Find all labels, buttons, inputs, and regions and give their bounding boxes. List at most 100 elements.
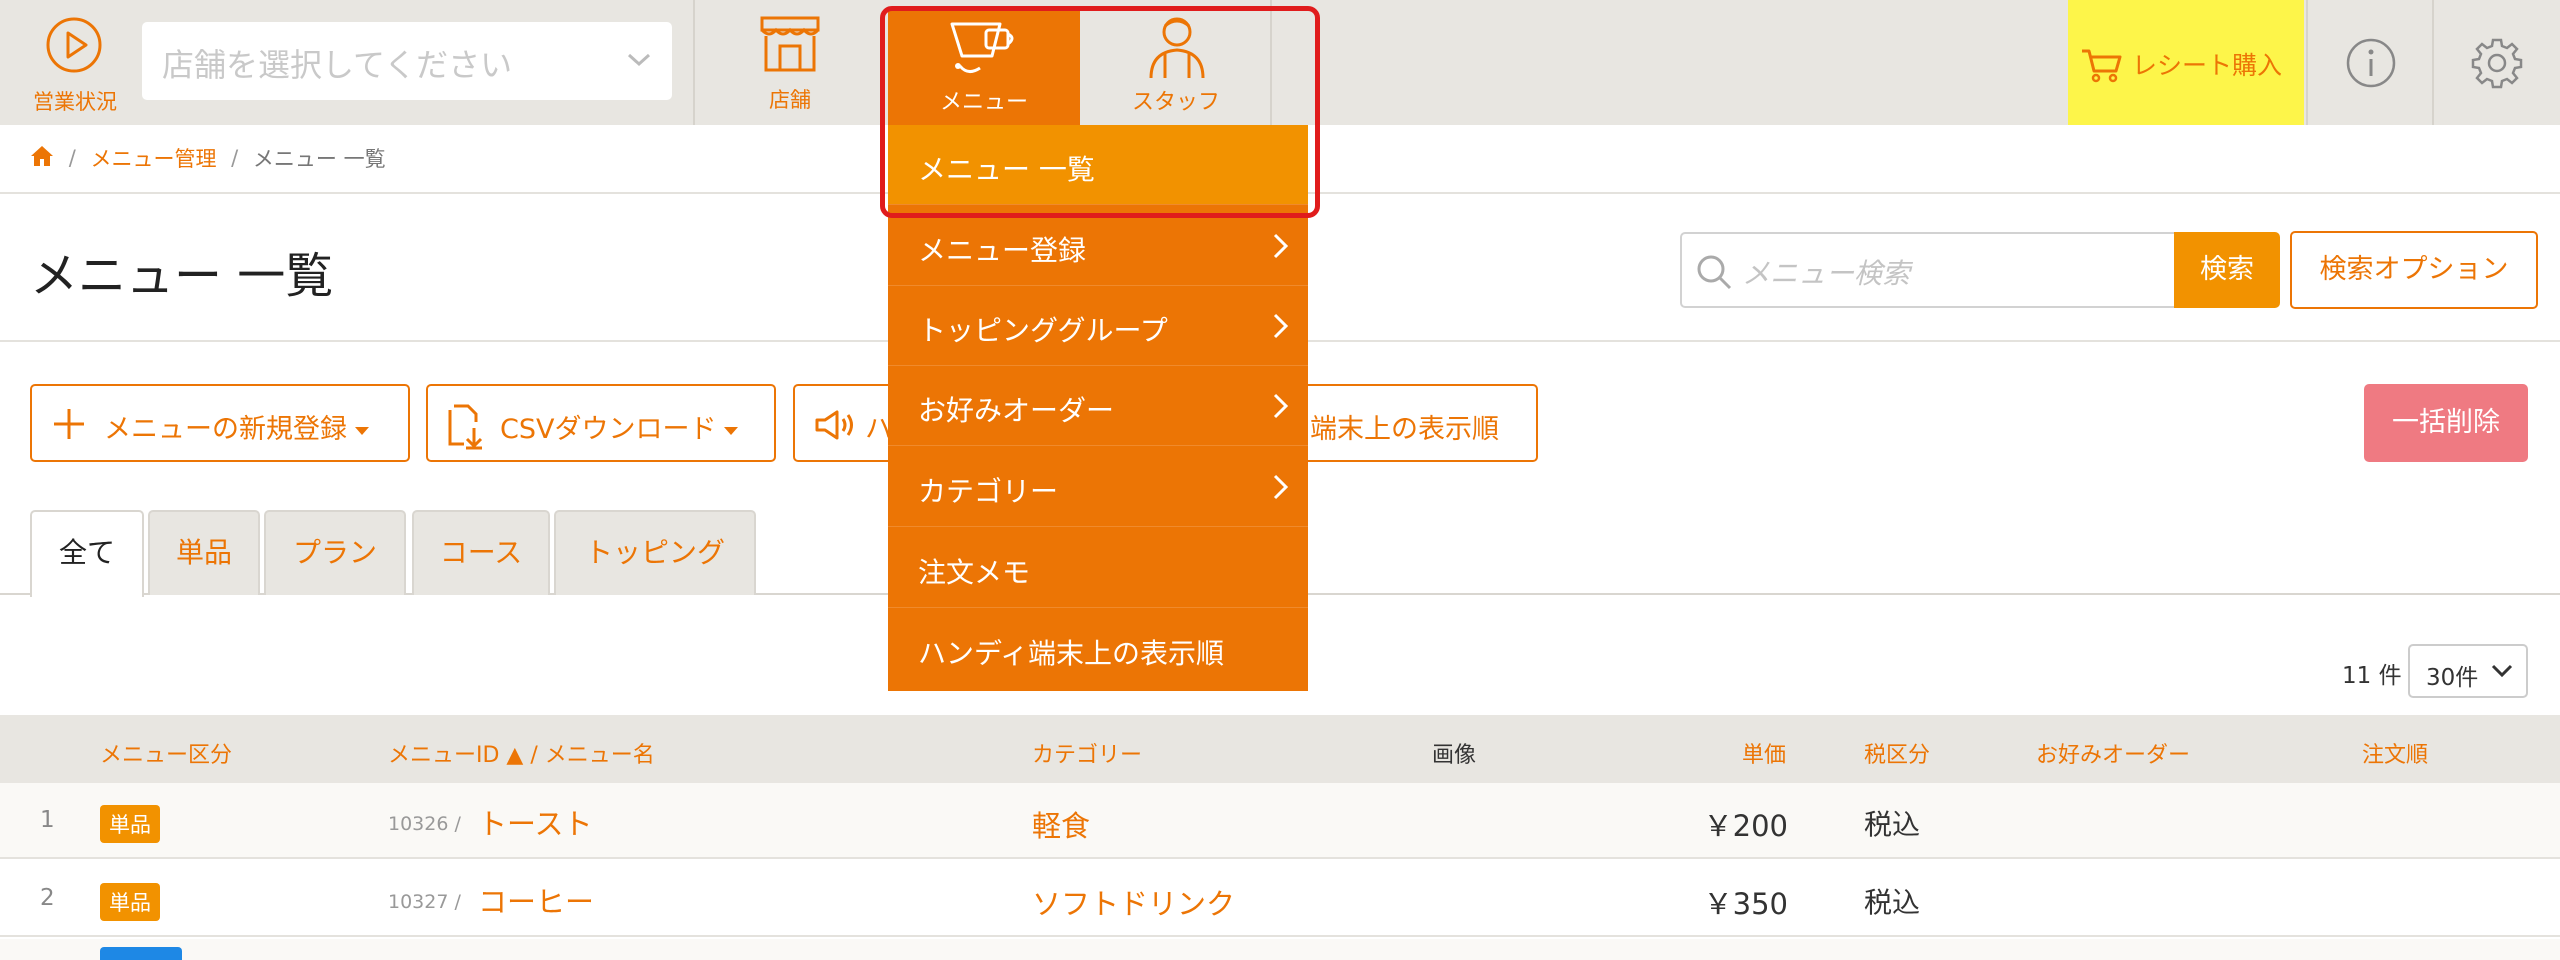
nav-staff[interactable]: スタッフ <box>1082 10 1270 125</box>
caret-down-icon <box>355 426 369 435</box>
menu-name-link[interactable]: コーヒー <box>478 879 594 921</box>
info-icon <box>2346 38 2396 88</box>
chevron-right-icon <box>1273 474 1289 500</box>
row-number: 2 <box>40 885 55 911</box>
search-options-button[interactable]: 検索オプション <box>2290 231 2538 309</box>
header-id-name[interactable]: メニューID ▲ / メニュー名 <box>388 737 655 769</box>
page-title: メニュー 一覧 <box>30 248 334 304</box>
search-placeholder: メニュー検索 <box>1742 257 1911 290</box>
nav-business-status-label: 営業状況 <box>33 90 117 114</box>
person-icon <box>1149 17 1205 79</box>
header-price[interactable]: 単価 <box>1742 737 1786 769</box>
tab-course[interactable]: コース <box>412 510 550 595</box>
dropdown-item-handy-display-order[interactable]: ハンディ端末上の表示順 <box>888 609 1308 689</box>
header-order[interactable]: 注文順 <box>2362 737 2428 769</box>
store-select[interactable]: 店舗を選択してください <box>142 22 672 100</box>
nav-menu-label: メニュー <box>939 90 1028 115</box>
nav-store-label: 店舗 <box>769 88 811 112</box>
cart-icon <box>2082 49 2122 83</box>
receipt-purchase-button[interactable]: レシート購入 <box>2068 0 2304 125</box>
search-button[interactable]: 検索 <box>2174 232 2280 308</box>
menu-dropdown: メニュー 一覧 メニュー登録 トッピンググループ お好みオーダー カテゴリー 注… <box>888 125 1308 691</box>
menu-category-link[interactable]: 軽食 <box>1032 803 1090 845</box>
result-count: 11 件 <box>2342 663 2402 689</box>
chevron-right-icon <box>1273 393 1289 419</box>
dropdown-item-label: メニュー登録 <box>918 234 1087 267</box>
dropdown-item-preference-order[interactable]: お好みオーダー <box>888 366 1308 446</box>
header-image: 画像 <box>1432 743 1477 768</box>
home-icon[interactable] <box>30 145 54 172</box>
breadcrumb-separator: / <box>68 146 76 170</box>
chevron-down-icon <box>627 53 651 67</box>
dropdown-item-label: カテゴリー <box>918 475 1059 508</box>
megaphone-icon <box>815 410 853 440</box>
caret-down-icon <box>724 426 739 435</box>
dropdown-item-topping-group[interactable]: トッピンググループ <box>888 286 1308 366</box>
settings-button[interactable] <box>2434 0 2560 125</box>
info-button[interactable] <box>2308 0 2432 125</box>
breadcrumb: / メニュー管理 / メニュー 一覧 <box>30 143 386 173</box>
csv-download-label: CSVダウンロード <box>500 414 717 445</box>
header-category[interactable]: カテゴリー <box>1032 737 1142 769</box>
handy-button[interactable]: ハ <box>793 384 898 462</box>
bulk-delete-button[interactable]: 一括削除 <box>2364 384 2528 462</box>
per-page-value: 30件 <box>2426 665 2479 691</box>
tab-all[interactable]: 全て <box>30 510 144 597</box>
menu-id: 10327 / <box>388 891 461 913</box>
menu-type-badge: 単品 <box>100 805 160 843</box>
menu-type-badge <box>100 947 182 960</box>
dropdown-item-label: 注文メモ <box>918 556 1031 589</box>
search-icon <box>1697 255 1732 290</box>
dropdown-item-label: メニュー 一覧 <box>918 153 1095 186</box>
table-row[interactable]: 2 単品 10327 / コーヒー ソフトドリンク ￥350 税込 <box>0 861 2560 937</box>
cup-icon <box>950 22 1014 73</box>
header-preference-order[interactable]: お好みオーダー <box>2036 737 2190 769</box>
gear-icon <box>2471 38 2523 89</box>
breadcrumb-menu-management[interactable]: メニュー管理 <box>90 147 216 171</box>
file-download-icon <box>448 404 483 450</box>
menu-id: 10326 / <box>388 813 461 835</box>
dropdown-item-menu-list[interactable]: メニュー 一覧 <box>888 125 1308 205</box>
dropdown-item-label: トッピンググループ <box>918 314 1168 347</box>
top-nav: 営業状況 店舗を選択してください 店舗 メニュー スタッフ レシート購入 <box>0 0 2560 125</box>
display-order-label: 端末上の表示順 <box>1310 414 1499 445</box>
nav-menu[interactable]: メニュー <box>888 10 1080 125</box>
dropdown-item-label: ハンディ端末上の表示順 <box>918 637 1225 670</box>
chevron-right-icon <box>1273 313 1289 339</box>
store-icon <box>760 16 820 72</box>
nav-store[interactable]: 店舗 <box>695 0 885 125</box>
table-row[interactable]: 1 単品 10326 / トースト 軽食 ￥200 税込 <box>0 783 2560 859</box>
play-circle-icon <box>46 17 102 73</box>
receipt-purchase-label: レシート購入 <box>2132 51 2283 80</box>
menu-type-badge: 単品 <box>100 883 160 921</box>
per-page-select[interactable]: 30件 <box>2408 644 2528 698</box>
dropdown-item-order-memo[interactable]: 注文メモ <box>888 528 1308 608</box>
new-menu-label: メニューの新規登録 <box>104 414 347 445</box>
tab-single[interactable]: 単品 <box>148 510 260 595</box>
csv-download-button[interactable]: CSVダウンロード <box>426 384 776 462</box>
tab-plan[interactable]: プラン <box>264 510 406 595</box>
menu-tax: 税込 <box>1864 808 1921 841</box>
menu-name-link[interactable]: トースト <box>478 801 593 843</box>
dropdown-item-menu-register[interactable]: メニュー登録 <box>888 206 1308 286</box>
tab-topping[interactable]: トッピング <box>554 510 756 595</box>
store-select-placeholder: 店舗を選択してください <box>162 46 513 84</box>
menu-tax: 税込 <box>1864 886 1921 919</box>
chevron-down-icon <box>2491 664 2513 678</box>
menu-price: ￥350 <box>1703 887 1788 921</box>
new-menu-button[interactable]: メニューの新規登録 <box>30 384 410 462</box>
nav-staff-label: スタッフ <box>1131 90 1220 115</box>
menu-search-input[interactable]: メニュー検索 <box>1680 232 2176 308</box>
header-type[interactable]: メニュー区分 <box>100 737 232 769</box>
header-tax[interactable]: 税区分 <box>1864 737 1930 769</box>
breadcrumb-menu-list: メニュー 一覧 <box>252 147 386 171</box>
dropdown-item-category[interactable]: カテゴリー <box>888 447 1308 527</box>
menu-category-link[interactable]: ソフトドリンク <box>1032 881 1235 923</box>
menu-price: ￥200 <box>1703 809 1788 843</box>
row-number: 1 <box>40 807 55 833</box>
nav-business-status[interactable]: 営業状況 <box>0 0 150 125</box>
table-row[interactable] <box>0 939 2560 960</box>
plus-icon <box>54 409 84 439</box>
nav-divider <box>1270 0 1272 125</box>
table-header: メニュー区分 メニューID ▲ / メニュー名 カテゴリー 画像 単価 税区分 … <box>0 715 2560 783</box>
